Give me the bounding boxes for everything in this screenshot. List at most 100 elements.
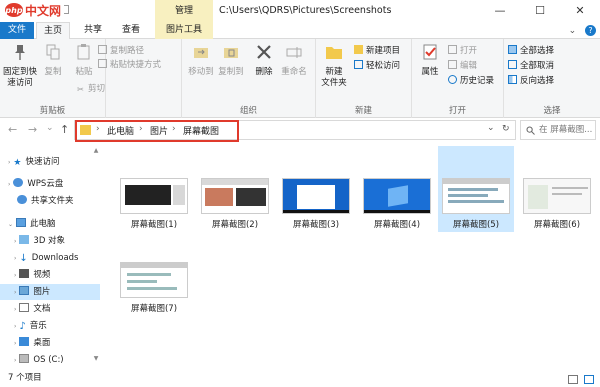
paste-button[interactable]: 粘贴 — [70, 43, 98, 78]
move-to-label: 移动到 — [188, 67, 214, 77]
details-view-icon[interactable] — [568, 375, 579, 384]
crumb-screenshots[interactable]: 屏幕截图 — [183, 124, 219, 137]
large-icons-view-icon[interactable] — [584, 375, 594, 384]
nav-label: 快速访问 — [25, 157, 60, 167]
back-button[interactable]: ← — [8, 123, 17, 136]
tab-home[interactable]: 主页 — [36, 22, 70, 40]
expand-chevron-icon[interactable]: › — [14, 255, 16, 262]
nav-item-documents[interactable]: › 文档 — [0, 301, 100, 317]
close-button[interactable]: ✕ — [560, 0, 600, 22]
thumbnail-image — [442, 178, 510, 214]
expand-chevron-icon[interactable]: › — [14, 323, 16, 330]
nav-item-downloads[interactable]: › ↓ Downloads — [0, 250, 100, 266]
help-icon[interactable]: ? — [585, 25, 596, 36]
nav-item-music[interactable]: › ♪ 音乐 — [0, 318, 100, 334]
search-input[interactable]: 在 屏幕截图... — [520, 120, 596, 140]
properties-label: 属性 — [421, 67, 439, 77]
nav-label: OS (C:) — [33, 355, 64, 365]
minimize-button[interactable]: — — [480, 0, 520, 22]
file-item-selected[interactable]: 屏幕截图(5) — [438, 146, 514, 232]
expand-chevron-icon[interactable]: › — [8, 181, 10, 188]
new-folder-button[interactable]: 新建 文件夹 — [318, 43, 350, 89]
recent-dropdown-button[interactable]: ⌄ — [46, 123, 54, 133]
tab-file[interactable]: 文件 — [0, 22, 34, 39]
group-select: 全部选择 全部取消 反向选择 选择 — [504, 39, 600, 118]
open-button[interactable]: 打开 — [448, 45, 477, 58]
rename-button[interactable]: 重命名 — [278, 43, 310, 78]
cut-label: 剪切 — [88, 84, 106, 94]
ribbon: 固定到快 速访问 复制 粘贴 复制路径 粘贴快捷方式 ✂ 剪切 剪贴板 移动到 复 — [0, 39, 600, 118]
copy-to-icon — [224, 48, 238, 58]
maximize-button[interactable]: ☐ — [520, 0, 560, 22]
nav-item-this-pc[interactable]: ⌄ 此电脑 — [0, 216, 100, 232]
delete-button[interactable]: 删除 — [252, 43, 276, 78]
file-item[interactable]: 屏幕截图(4) — [359, 178, 435, 230]
nav-label: 文档 — [33, 304, 51, 314]
nav-item-wps-cloud[interactable]: › WPS云盘 — [0, 176, 100, 192]
address-bar[interactable]: › 此电脑 › 图片 › 屏幕截图 ⌄ ↻ — [74, 120, 516, 142]
music-note-icon: ♪ — [19, 321, 26, 332]
easy-access-button[interactable]: 轻松访问 — [354, 60, 400, 73]
expand-chevron-icon[interactable]: › — [8, 159, 10, 166]
move-to-button[interactable]: 移动到 — [186, 43, 216, 78]
refresh-icon[interactable]: ↻ — [502, 124, 510, 134]
crumb-this-pc[interactable]: 此电脑 — [107, 124, 134, 137]
file-name: 屏幕截图(1) — [130, 220, 178, 230]
tab-picture-tools[interactable]: 图片工具 — [155, 22, 213, 39]
nav-label: 桌面 — [33, 338, 51, 348]
star-icon: ★ — [13, 158, 22, 168]
nav-item-pictures[interactable]: › 图片 — [0, 284, 100, 300]
copy-button[interactable]: 复制 — [40, 43, 66, 78]
nav-item-os-c[interactable]: › OS (C:) — [0, 352, 100, 368]
expand-chevron-icon[interactable]: › — [14, 306, 16, 313]
scroll-down-icon[interactable]: ▼ — [93, 355, 99, 362]
new-item-button[interactable]: 新建项目 — [354, 45, 400, 58]
forward-button[interactable]: → — [28, 123, 37, 136]
properties-button[interactable]: 属性 — [416, 43, 444, 78]
search-placeholder: 在 屏幕截图... — [539, 125, 593, 135]
computer-icon — [16, 218, 27, 227]
ribbon-collapse-icon[interactable]: ⌄ — [569, 26, 577, 36]
file-item[interactable]: 屏幕截图(6) — [519, 178, 595, 230]
file-item[interactable]: 屏幕截图(3) — [278, 178, 354, 230]
nav-item-videos[interactable]: › 视频 — [0, 267, 100, 283]
cut-button[interactable]: ✂ 剪切 — [76, 83, 105, 96]
nav-item-3d-objects[interactable]: › 3D 对象 — [0, 233, 100, 249]
expand-chevron-icon[interactable]: › — [14, 289, 16, 296]
pictures-icon — [19, 286, 30, 295]
nav-item-shared-folder[interactable]: 共享文件夹 — [0, 193, 100, 209]
history-label: 历史记录 — [460, 76, 495, 86]
history-button[interactable]: 历史记录 — [448, 75, 494, 88]
nav-item-quick-access[interactable]: › ★ 快速访问 — [0, 154, 100, 170]
expand-chevron-icon[interactable]: › — [14, 357, 16, 364]
title-bar: php 中文网 管理 C:\Users\QDRS\Pictures\Screen… — [0, 0, 600, 22]
scissors-icon: ✂ — [77, 85, 84, 94]
expand-chevron-icon[interactable]: › — [14, 238, 16, 245]
select-none-button[interactable]: 全部取消 — [508, 60, 554, 73]
new-item-label: 新建项目 — [366, 46, 401, 56]
tab-view[interactable]: 查看 — [114, 22, 148, 39]
scroll-up-icon[interactable]: ▲ — [93, 147, 99, 154]
file-item[interactable]: 屏幕截图(1) — [116, 178, 192, 230]
context-tab-manage[interactable]: 管理 — [155, 0, 213, 22]
expand-chevron-icon[interactable]: › — [14, 272, 16, 279]
file-item[interactable]: 屏幕截图(2) — [197, 178, 273, 230]
nav-scrollbar[interactable]: ▲ ▼ — [93, 147, 99, 362]
address-dropdown-icon[interactable]: ⌄ — [487, 123, 495, 133]
expand-chevron-icon[interactable]: › — [14, 340, 16, 347]
tab-share[interactable]: 共享 — [76, 22, 110, 39]
up-button[interactable]: ↑ — [60, 123, 69, 136]
nav-label: Downloads — [31, 253, 79, 263]
expand-chevron-icon[interactable]: ⌄ — [8, 221, 13, 228]
copy-to-button[interactable]: 复制到 — [216, 43, 246, 78]
properties-icon — [423, 44, 437, 60]
edit-button[interactable]: 编辑 — [448, 60, 477, 73]
file-name: 屏幕截图(4) — [373, 220, 421, 230]
invert-selection-button[interactable]: 反向选择 — [508, 75, 554, 88]
nav-item-desktop[interactable]: › 桌面 — [0, 335, 100, 351]
file-item[interactable]: 屏幕截图(7) — [116, 262, 192, 314]
select-all-button[interactable]: 全部选择 — [508, 45, 554, 58]
pin-quick-access-button[interactable]: 固定到快 速访问 — [3, 43, 37, 89]
nav-label: 音乐 — [29, 321, 47, 331]
crumb-pictures[interactable]: 图片 — [150, 124, 168, 137]
